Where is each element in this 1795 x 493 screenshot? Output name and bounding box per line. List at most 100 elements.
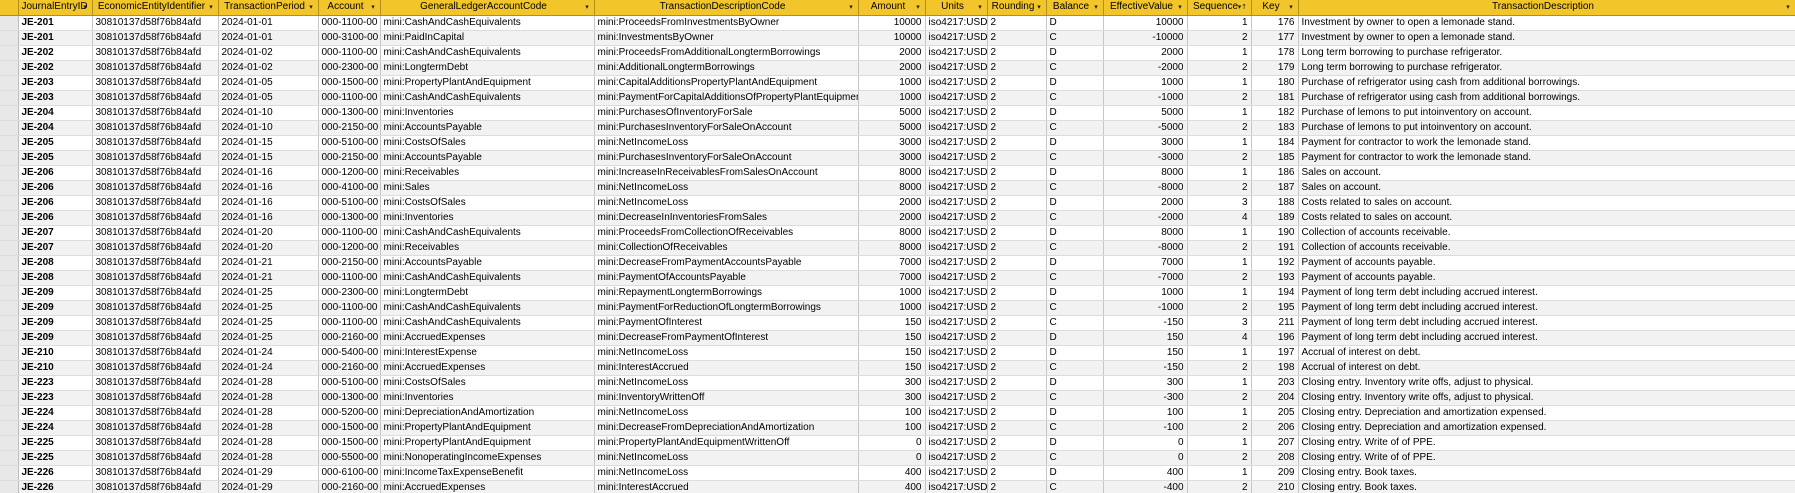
cell-account[interactable]: 000-1100-00	[318, 15, 381, 31]
row-selector[interactable]	[0, 240, 19, 256]
cell-units[interactable]: iso4217:USD	[925, 345, 988, 361]
row-selector[interactable]	[0, 75, 19, 91]
dropdown-arrow-icon[interactable]: ▾	[307, 2, 316, 12]
cell-key[interactable]: 182	[1251, 105, 1299, 121]
cell-transactionperiod[interactable]: 2024-01-28	[218, 375, 319, 391]
table-row[interactable]: JE-209 30810137d58f76b84afd 2024-01-25 000-…	[0, 285, 1795, 301]
cell-rounding[interactable]: 2	[987, 360, 1047, 376]
cell-key[interactable]: 211	[1251, 315, 1299, 331]
cell-account[interactable]: 000-2150-00	[318, 120, 381, 136]
cell-transactionperiod[interactable]: 2024-01-02	[218, 60, 319, 76]
table-row[interactable]: JE-209 30810137d58f76b84afd 2024-01-25 000-…	[0, 315, 1795, 331]
cell-key[interactable]: 178	[1251, 45, 1299, 61]
cell-account[interactable]: 000-3100-00	[318, 30, 381, 46]
cell-economicentityidentifier[interactable]: 30810137d58f76b84afd	[92, 285, 219, 301]
cell-amount[interactable]: 150	[858, 330, 926, 346]
cell-transactiondescriptioncode[interactable]: mini:AdditionalLongtermBorrowings	[594, 60, 859, 76]
cell-generalledgeraccountcode[interactable]: mini:DepreciationAndAmortization	[380, 405, 595, 421]
cell-amount[interactable]: 100	[858, 420, 926, 436]
cell-journalentryid[interactable]: JE-210	[18, 345, 93, 361]
cell-key[interactable]: 190	[1251, 225, 1299, 241]
cell-sequence[interactable]: 1	[1187, 75, 1252, 91]
cell-transactionperiod[interactable]: 2024-01-28	[218, 405, 319, 421]
cell-economicentityidentifier[interactable]: 30810137d58f76b84afd	[92, 330, 219, 346]
table-row[interactable]: JE-223 30810137d58f76b84afd 2024-01-28 000-…	[0, 390, 1795, 406]
cell-effectivevalue[interactable]: -10000	[1103, 30, 1188, 46]
cell-journalentryid[interactable]: JE-202	[18, 45, 93, 61]
cell-transactionperiod[interactable]: 2024-01-28	[218, 390, 319, 406]
row-selector[interactable]	[0, 210, 19, 226]
cell-transactionperiod[interactable]: 2024-01-20	[218, 240, 319, 256]
cell-rounding[interactable]: 2	[987, 225, 1047, 241]
table-row[interactable]: JE-206 30810137d58f76b84afd 2024-01-16 000-…	[0, 180, 1795, 196]
cell-key[interactable]: 184	[1251, 135, 1299, 151]
cell-sequence[interactable]: 1	[1187, 405, 1252, 421]
cell-rounding[interactable]: 2	[987, 435, 1047, 451]
cell-transactiondescription[interactable]: Payment of long term debt including accr…	[1298, 285, 1795, 301]
cell-units[interactable]: iso4217:USD	[925, 120, 988, 136]
cell-account[interactable]: 000-2300-00	[318, 285, 381, 301]
cell-generalledgeraccountcode[interactable]: mini:NonoperatingIncomeExpenses	[380, 450, 595, 466]
cell-journalentryid[interactable]: JE-206	[18, 165, 93, 181]
cell-transactiondescriptioncode[interactable]: mini:DecreaseFromPaymentOfInterest	[594, 330, 859, 346]
row-selector[interactable]	[0, 195, 19, 211]
cell-amount[interactable]: 1000	[858, 90, 926, 106]
row-selector[interactable]	[0, 450, 19, 466]
cell-amount[interactable]: 400	[858, 465, 926, 481]
cell-balance[interactable]: D	[1046, 195, 1104, 211]
cell-economicentityidentifier[interactable]: 30810137d58f76b84afd	[92, 345, 219, 361]
cell-effectivevalue[interactable]: -7000	[1103, 270, 1188, 286]
cell-sequence[interactable]: 1	[1187, 135, 1252, 151]
cell-economicentityidentifier[interactable]: 30810137d58f76b84afd	[92, 105, 219, 121]
column-header-generalledgeraccountcode[interactable]: GeneralLedgerAccountCode ▾	[380, 0, 595, 16]
column-header-transactionperiod[interactable]: TransactionPeriod ▾	[218, 0, 319, 16]
cell-economicentityidentifier[interactable]: 30810137d58f76b84afd	[92, 135, 219, 151]
cell-economicentityidentifier[interactable]: 30810137d58f76b84afd	[92, 225, 219, 241]
cell-journalentryid[interactable]: JE-206	[18, 180, 93, 196]
cell-sequence[interactable]: 2	[1187, 30, 1252, 46]
cell-key[interactable]: 191	[1251, 240, 1299, 256]
cell-effectivevalue[interactable]: -8000	[1103, 180, 1188, 196]
row-selector[interactable]	[0, 105, 19, 121]
row-selector[interactable]	[0, 330, 19, 346]
row-selector[interactable]	[0, 45, 19, 61]
cell-transactiondescription[interactable]: Collection of accounts receivable.	[1298, 225, 1795, 241]
cell-journalentryid[interactable]: JE-225	[18, 435, 93, 451]
table-row[interactable]: JE-206 30810137d58f76b84afd 2024-01-16 000-…	[0, 210, 1795, 226]
cell-generalledgeraccountcode[interactable]: mini:Inventories	[380, 210, 595, 226]
cell-rounding[interactable]: 2	[987, 405, 1047, 421]
cell-transactiondescriptioncode[interactable]: mini:CapitalAdditionsPropertyPlantAndEqu…	[594, 75, 859, 91]
cell-transactionperiod[interactable]: 2024-01-01	[218, 15, 319, 31]
cell-transactionperiod[interactable]: 2024-01-24	[218, 360, 319, 376]
cell-economicentityidentifier[interactable]: 30810137d58f76b84afd	[92, 255, 219, 271]
cell-generalledgeraccountcode[interactable]: mini:CostsOfSales	[380, 375, 595, 391]
cell-economicentityidentifier[interactable]: 30810137d58f76b84afd	[92, 195, 219, 211]
cell-economicentityidentifier[interactable]: 30810137d58f76b84afd	[92, 210, 219, 226]
cell-units[interactable]: iso4217:USD	[925, 210, 988, 226]
cell-account[interactable]: 000-1300-00	[318, 390, 381, 406]
cell-units[interactable]: iso4217:USD	[925, 60, 988, 76]
cell-transactiondescription[interactable]: Purchase of refrigerator using cash from…	[1298, 90, 1795, 106]
column-header-balance[interactable]: Balance ▾	[1046, 0, 1104, 16]
cell-transactiondescription[interactable]: Closing entry. Book taxes.	[1298, 480, 1795, 493]
cell-generalledgeraccountcode[interactable]: mini:AccruedExpenses	[380, 360, 595, 376]
cell-rounding[interactable]: 2	[987, 135, 1047, 151]
cell-generalledgeraccountcode[interactable]: mini:CashAndCashEquivalents	[380, 315, 595, 331]
table-row[interactable]: JE-207 30810137d58f76b84afd 2024-01-20 000-…	[0, 240, 1795, 256]
cell-amount[interactable]: 7000	[858, 255, 926, 271]
cell-generalledgeraccountcode[interactable]: mini:Receivables	[380, 165, 595, 181]
row-selector[interactable]	[0, 225, 19, 241]
cell-units[interactable]: iso4217:USD	[925, 270, 988, 286]
cell-rounding[interactable]: 2	[987, 15, 1047, 31]
cell-sequence[interactable]: 2	[1187, 180, 1252, 196]
cell-rounding[interactable]: 2	[987, 375, 1047, 391]
dropdown-arrow-icon[interactable]: ▾	[976, 2, 985, 12]
table-row[interactable]: JE-225 30810137d58f76b84afd 2024-01-28 000-…	[0, 450, 1795, 466]
cell-effectivevalue[interactable]: -100	[1103, 420, 1188, 436]
cell-rounding[interactable]: 2	[987, 105, 1047, 121]
cell-effectivevalue[interactable]: -2000	[1103, 60, 1188, 76]
cell-economicentityidentifier[interactable]: 30810137d58f76b84afd	[92, 315, 219, 331]
cell-balance[interactable]: C	[1046, 210, 1104, 226]
table-row[interactable]: JE-226 30810137d58f76b84afd 2024-01-29 000-…	[0, 465, 1795, 481]
table-row[interactable]: JE-202 30810137d58f76b84afd 2024-01-02 000-…	[0, 45, 1795, 61]
